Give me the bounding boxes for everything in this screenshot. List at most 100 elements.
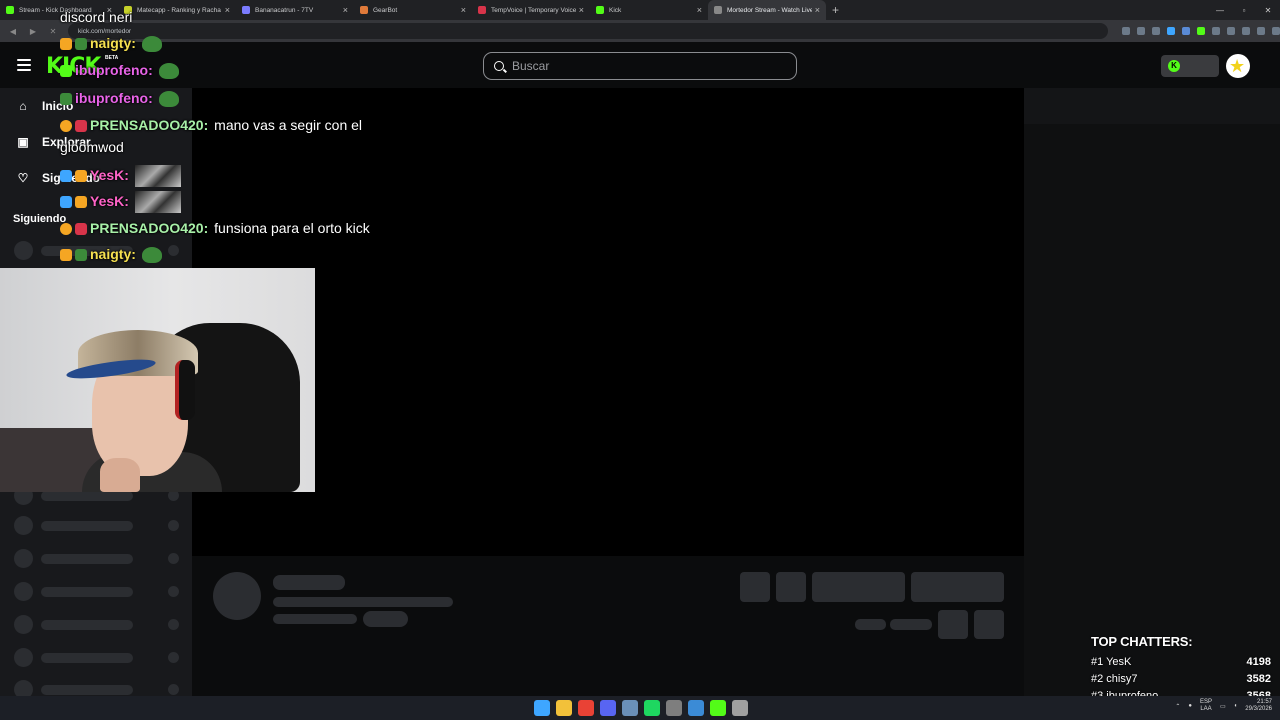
follow-button-skeleton [812,572,905,602]
browser-tab[interactable]: TempVoice | Temporary Voice C × [472,0,590,20]
chrome-icon[interactable] [578,700,594,716]
spotify-icon[interactable] [644,700,660,716]
forward-icon[interactable]: ▶ [26,27,40,36]
tab-title: TempVoice | Temporary Voice C [491,6,576,14]
video-player[interactable] [192,88,1024,556]
app-icon[interactable] [688,700,704,716]
chat-panel [1024,88,1280,696]
more-button-skeleton [974,610,1004,639]
sidebar-skeleton-row [14,516,184,535]
url-input[interactable]: kick.com/mortedor [68,23,1108,39]
new-tab-button[interactable]: + [832,3,839,17]
bookmark-star-icon[interactable] [1152,27,1160,35]
kick-app-icon[interactable] [710,700,726,716]
clock[interactable]: 21:57 29/3/2026 [1245,699,1272,713]
tab-close-icon[interactable]: × [579,5,584,15]
webcam-overlay [0,268,315,492]
tab-title: Kick [609,6,622,14]
search-icon [494,61,504,71]
sidebar-icon[interactable] [1227,27,1235,35]
tab-favicon-icon [6,6,14,14]
window-controls: — ▫ ✕ [1208,0,1280,20]
tab-favicon-icon [360,6,368,14]
file-explorer-icon[interactable] [556,700,572,716]
extension-icon[interactable] [1182,27,1190,35]
discord-icon[interactable] [600,700,616,716]
home-icon: ⌂ [19,99,27,113]
browser-tab[interactable]: Mortedor Stream - Watch Live × [708,0,826,20]
browser-tab[interactable]: GearBot × [354,0,472,20]
action-button-skeleton [740,572,770,602]
chatter-rank: #1 YesK [1091,656,1132,668]
window-close-button[interactable]: ✕ [1256,6,1280,15]
chat-panel-header [1024,88,1280,124]
reload-icon[interactable]: ✕ [46,27,60,36]
browser-menu-icon[interactable] [1272,27,1280,35]
browser-tab[interactable]: Kick × [590,0,708,20]
window-maximize-button[interactable]: ▫ [1232,6,1256,15]
chatter-count: 3582 [1246,673,1271,685]
sidebar-skeleton-row [14,582,184,601]
site-header: KICK BETA Buscar K ★ [0,42,1280,88]
chatter-count: 4198 [1246,656,1271,668]
sidebar-item-inicio[interactable]: ⌂ Inicio [16,99,73,113]
start-icon[interactable] [534,700,550,716]
app-icon[interactable] [732,700,748,716]
search-placeholder: Buscar [512,59,550,73]
url-text: kick.com/mortedor [78,27,132,35]
tab-close-icon[interactable]: × [815,5,820,15]
action-button-skeleton [776,572,806,602]
chevron-up-icon[interactable]: ⌃ [1175,703,1180,710]
profile-icon[interactable] [1257,27,1265,35]
avatar[interactable]: ★ [1226,54,1250,78]
window-minimize-button[interactable]: — [1208,6,1232,15]
taskbar-apps [534,700,748,716]
top-chatters-title: TOP CHATTERS: [1091,634,1193,649]
channel-name-skeleton [273,575,345,590]
tab-close-icon[interactable]: × [107,5,112,15]
kick-k-icon: K [1168,60,1180,72]
sidebar-item-label: Inicio [42,99,74,113]
language-indicator[interactable]: ESP LAA [1200,699,1212,713]
sidebar-item-explorar[interactable]: ▣ Explorar [16,135,91,149]
zoom-icon[interactable] [1122,27,1130,35]
browser-tab[interactable]: Matecapp - Ranking y Racha d × [118,0,236,20]
chatter-rank: #2 chisy7 [1091,673,1138,685]
star-avatar-icon: ★ [1229,56,1246,76]
top-chatter-row: #2 chisy7 3582 [1091,673,1271,690]
hamburger-menu-icon[interactable] [17,59,31,71]
region-code: LAA [1200,706,1212,712]
tab-title: Bananacatrun - 7TV [255,6,314,14]
extensions-toolbar [1122,27,1280,35]
hide-icon[interactable] [1137,27,1145,35]
microphone-icon[interactable]: ● [1188,703,1192,709]
obs-icon[interactable] [666,700,682,716]
tab-close-icon[interactable]: × [461,5,466,15]
sidebar-item-label: Explorar [42,135,91,149]
extension-icon[interactable] [1167,27,1175,35]
heart-icon: ♡ [17,171,29,185]
tab-title: GearBot [373,6,398,14]
channel-avatar-skeleton [213,572,261,620]
share-button-skeleton [938,610,968,639]
volume-icon[interactable]: ◖ [1234,703,1238,709]
browser-tab[interactable]: Bananacatrun - 7TV × [236,0,354,20]
search-input[interactable]: Buscar [483,52,797,80]
kick-status-button[interactable]: K [1161,55,1219,77]
tab-favicon-icon [242,6,250,14]
tab-close-icon[interactable]: × [343,5,348,15]
tab-title: Stream - Kick Dashboard [19,6,92,14]
back-icon[interactable]: ◀ [6,27,20,36]
download-icon[interactable] [1242,27,1250,35]
sidebar-item-siguiendo[interactable]: ♡ Siguiendo [16,171,100,185]
extensions-puzzle-icon[interactable] [1212,27,1220,35]
kick-logo[interactable]: KICK [46,54,101,79]
tab-title: Matecapp - Ranking y Racha d [137,6,222,14]
beta-badge: BETA [105,55,119,61]
extension-icon[interactable] [1197,27,1205,35]
steam-icon[interactable] [622,700,638,716]
browser-tab[interactable]: Stream - Kick Dashboard × [0,0,118,20]
tab-close-icon[interactable]: × [225,5,230,15]
tab-close-icon[interactable]: × [697,5,702,15]
network-icon[interactable]: ▭ [1220,703,1226,710]
